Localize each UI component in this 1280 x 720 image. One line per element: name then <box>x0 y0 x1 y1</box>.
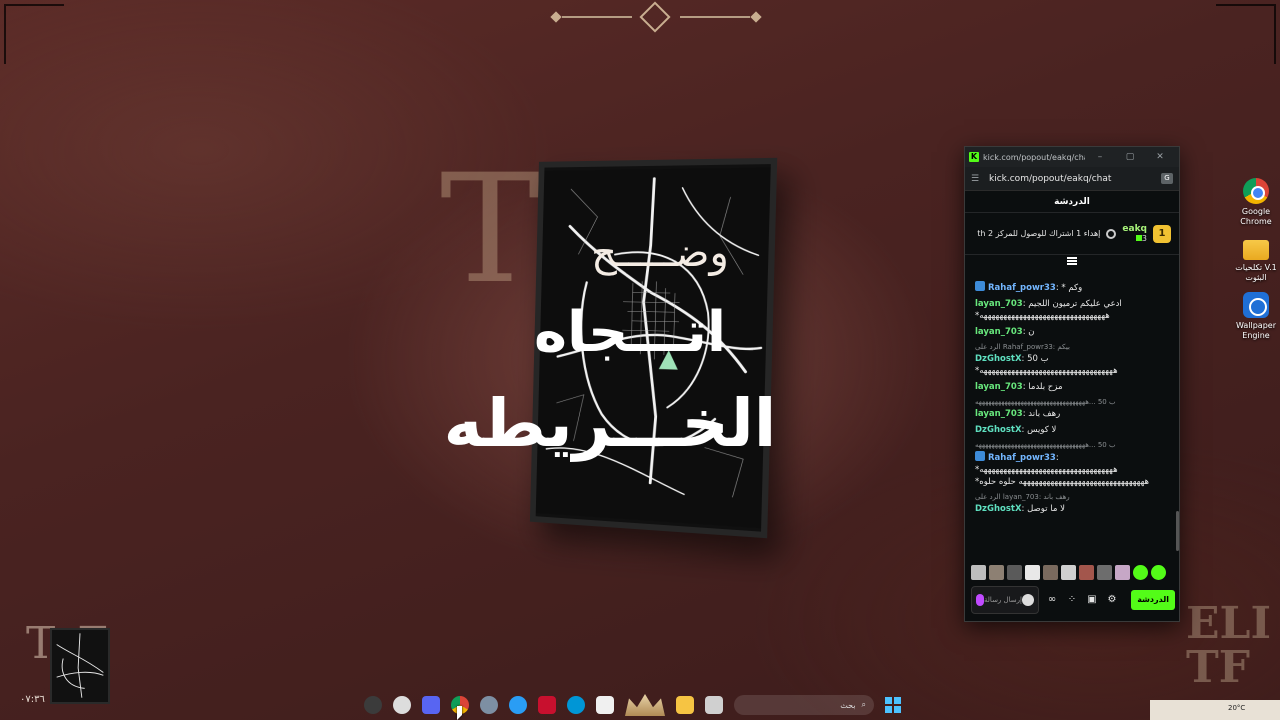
steam-icon[interactable] <box>480 696 498 714</box>
chat-message: DzGhostX: لا كويس <box>975 425 1057 435</box>
windows-start-icon[interactable] <box>885 697 901 713</box>
infinity-icon[interactable]: ∞ <box>1045 593 1059 607</box>
chat-title: الدردشة <box>965 191 1179 213</box>
corner-ornament-left <box>4 4 64 64</box>
rank-badge: 1 <box>1153 224 1171 243</box>
emote-icon[interactable] <box>1097 564 1112 580</box>
badge-icon <box>975 281 985 291</box>
window-app-icon[interactable] <box>705 696 723 714</box>
media-player-icon[interactable] <box>364 696 382 714</box>
chat-message: layan_703: ن <box>975 327 1035 337</box>
pinned-username[interactable]: eakq <box>1122 224 1147 234</box>
emoji-icon[interactable] <box>1022 594 1034 606</box>
reply-preview: الرد على layan_703: رهف باند <box>975 493 1070 501</box>
wallpaper-text-line1: وضـــــح <box>591 230 729 276</box>
hp-icon[interactable] <box>567 696 585 714</box>
store-taskbar-icon[interactable] <box>596 696 614 714</box>
emote-icon[interactable] <box>971 564 986 580</box>
translate-icon[interactable]: G <box>1161 173 1173 184</box>
emote-icon[interactable] <box>1007 564 1022 580</box>
thumbnail-map-image <box>50 628 110 704</box>
crown-icon <box>625 694 665 716</box>
chat-message: DzGhostX: لا ما توصل <box>975 504 1065 514</box>
pinned-gift-banner: 1 eakq 3 إهداء 1 اشتراك للوصول للمركز 2 … <box>965 213 1179 255</box>
window-title: kick.com/popout/eakq/chat... <box>983 152 1085 162</box>
edge-alt-icon[interactable] <box>509 696 527 714</box>
chat-message: layan_703: رهف باند <box>975 409 1061 419</box>
wallpaper-engine-icon <box>1243 292 1269 318</box>
mouse-cursor-icon <box>457 706 462 720</box>
site-settings-icon[interactable]: ☰ <box>971 174 981 184</box>
expand-row <box>965 255 1179 267</box>
chat-message: Rahaf_powr33: *ههههههههههههههههههههههههه… <box>975 451 1149 487</box>
emote-strip[interactable] <box>971 563 1175 581</box>
address-bar[interactable]: ☰ kick.com/popout/eakq/chat G <box>965 167 1179 191</box>
emote-icon[interactable] <box>1025 564 1040 580</box>
top-ornament <box>548 1 764 34</box>
maximize-icon[interactable]: ▢ <box>1115 152 1145 162</box>
expand-menu-icon[interactable] <box>1067 257 1077 265</box>
emote-icon[interactable] <box>1043 564 1058 580</box>
window-titlebar[interactable]: K kick.com/popout/eakq/chat... – ▢ ✕ <box>965 147 1179 167</box>
desktop-icon-chrome[interactable]: Google Chrome <box>1226 178 1280 227</box>
corner-ornament-right <box>1216 4 1276 64</box>
mcafee-icon[interactable] <box>538 696 556 714</box>
chat-message: Rahaf_powr33: * وكم <box>975 281 1171 294</box>
gift-icon <box>1106 228 1117 239</box>
chat-input[interactable]: إرسال رسالة <box>971 586 1039 614</box>
reply-preview: ب 50 ...هههههههههههههههههههههههههههههههه… <box>975 441 1116 449</box>
elite-logo: ELI TF <box>1186 598 1272 693</box>
chat-message: layan_703: مزح بلدما <box>975 382 1063 392</box>
mic-icon <box>976 594 984 606</box>
send-chat-button[interactable]: الدردشة <box>1131 590 1175 610</box>
emote-icon[interactable] <box>1079 564 1094 580</box>
store-icon[interactable]: ▣ <box>1085 593 1099 607</box>
chat-message: DzGhostX: ب 50 *هههههههههههههههههههههههه… <box>975 354 1118 376</box>
chat-composer: إرسال رسالة ∞ ⁘ ▣ ⚙ الدردشة <box>971 585 1175 615</box>
address-url[interactable]: kick.com/popout/eakq/chat <box>989 174 1161 184</box>
taskbar: ⌕ بحث <box>350 690 930 720</box>
badge-icon <box>975 451 985 461</box>
kick-logo-icon: K <box>969 152 979 162</box>
wallpaper-text-line3: الخـــريطه <box>443 385 777 462</box>
share-icon[interactable]: ⁘ <box>1065 593 1079 607</box>
emote-icon[interactable] <box>1115 564 1130 580</box>
chat-popout-window[interactable]: K kick.com/popout/eakq/chat... – ▢ ✕ ☰ k… <box>964 146 1180 622</box>
pinned-message: إهداء 1 اشتراك للوصول للمركز 2 th <box>977 229 1101 238</box>
system-tray: 20°C <box>1150 700 1280 720</box>
search-icon: ⌕ <box>861 700 866 709</box>
reply-preview: الرد على Rahaf_powr33: بيكم <box>975 343 1070 351</box>
pinned-count: 3 <box>1141 234 1147 243</box>
chat-message: layan_703: ادعي عليكم ترميون اللجيم *ههه… <box>975 299 1122 321</box>
desktop-icon-folder[interactable]: تكلحيات V.1 البثوت <box>1226 236 1280 283</box>
weather-temp: 20°C <box>1228 704 1246 712</box>
chrome-icon <box>1243 178 1269 204</box>
wallpaper-text-line2: اتـــجاه <box>533 300 727 365</box>
file-explorer-icon[interactable] <box>676 696 694 714</box>
chat-scrollbar[interactable] <box>1176 511 1179 551</box>
emote-icon[interactable] <box>989 564 1004 580</box>
settings-icon[interactable]: ⚙ <box>1105 593 1119 607</box>
emote-icon[interactable] <box>1151 564 1166 580</box>
chat-message-list[interactable]: Rahaf_powr33: * وكم layan_703: ادعي عليك… <box>965 281 1179 553</box>
emote-icon[interactable] <box>1133 564 1148 580</box>
discord-icon[interactable] <box>422 696 440 714</box>
close-icon[interactable]: ✕ <box>1145 152 1175 162</box>
folder-icon <box>1243 240 1269 260</box>
desktop-icon-wallpaper-engine[interactable]: Wallpaper Engine <box>1226 292 1280 341</box>
pinned-user-block: eakq 3 <box>1122 224 1147 243</box>
emote-icon[interactable] <box>1061 564 1076 580</box>
settings-gear-icon[interactable] <box>393 696 411 714</box>
reply-preview: ب 50 ...هههههههههههههههههههههههههههههههه… <box>975 398 1116 406</box>
taskbar-search[interactable]: ⌕ بحث <box>734 695 874 715</box>
minimize-icon[interactable]: – <box>1085 152 1115 162</box>
thumbnail-time: ٠٧:٣٦ <box>20 694 45 705</box>
